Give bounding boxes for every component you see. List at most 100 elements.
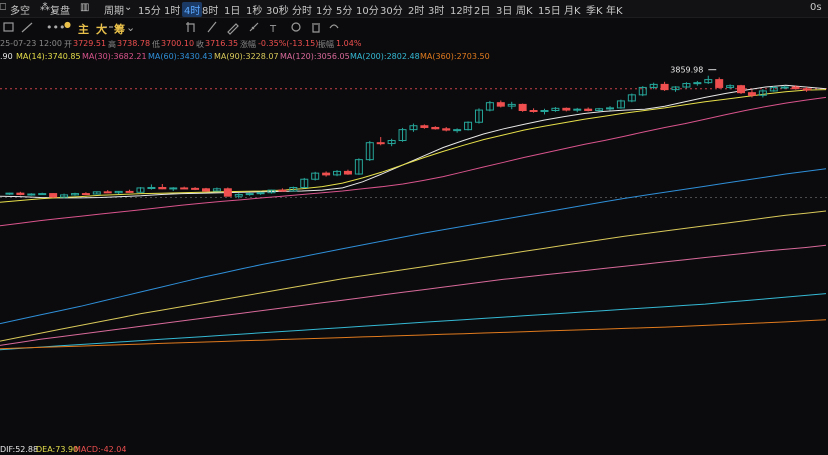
candle-body bbox=[540, 110, 549, 112]
candle-body bbox=[147, 186, 156, 189]
trash-icon[interactable] bbox=[312, 23, 320, 33]
macd-label: MACD:-42.04 bbox=[74, 445, 127, 454]
candle-body bbox=[453, 129, 462, 132]
change-value: -0.35%(-13.15) bbox=[258, 39, 319, 48]
tab-timeframe[interactable]: 周K bbox=[516, 2, 533, 17]
candle-body bbox=[103, 191, 112, 194]
candle-body bbox=[584, 108, 593, 111]
candle-body bbox=[256, 192, 265, 195]
more-tools-button[interactable]: ••• bbox=[46, 21, 65, 34]
big-indicator-button[interactable]: 大 bbox=[96, 21, 107, 37]
main-indicator-button[interactable]: 主 bbox=[78, 21, 89, 37]
candle-body bbox=[376, 142, 385, 145]
undo-icon[interactable] bbox=[329, 24, 339, 29]
chip-indicator-button[interactable]: 筹 bbox=[114, 21, 125, 37]
tab-timeframe[interactable]: 3时 bbox=[428, 2, 444, 17]
candle-body bbox=[322, 172, 331, 176]
tab-timeframe[interactable]: 3日 bbox=[496, 2, 512, 17]
tab-timeframe[interactable]: 季K bbox=[586, 2, 603, 17]
ma-line-ma30 bbox=[0, 89, 827, 203]
ma90-label: MA(90):3228.07 bbox=[214, 52, 279, 61]
candle-body bbox=[158, 186, 167, 190]
candle-body bbox=[278, 189, 287, 192]
tab-timeframe[interactable]: 30秒 bbox=[266, 2, 289, 17]
change-label: 涨幅 bbox=[240, 40, 256, 49]
candle-body bbox=[420, 125, 429, 128]
ma-line-ma90 bbox=[0, 168, 827, 325]
tab-timeframe[interactable]: 5分 bbox=[336, 2, 352, 17]
ma-prefix: .90 bbox=[0, 52, 13, 61]
ma30-label: MA(30):3682.21 bbox=[82, 52, 147, 61]
candle-body bbox=[529, 110, 538, 112]
candle-body bbox=[573, 108, 582, 111]
ruler-icon[interactable] bbox=[249, 22, 259, 32]
tab-timeframe[interactable]: 1分 bbox=[316, 2, 332, 17]
candle-body bbox=[780, 86, 789, 89]
candlestick-chart[interactable]: 3859.98 bbox=[0, 63, 828, 445]
ma120-label: MA(120):3056.05 bbox=[280, 52, 350, 61]
emoji-icon[interactable] bbox=[291, 22, 301, 32]
tab-timeframe[interactable]: 1时 bbox=[164, 2, 180, 17]
tab-timeframe[interactable]: 12时 bbox=[450, 2, 473, 17]
tab-timeframe[interactable]: 8时 bbox=[202, 2, 218, 17]
amp-label: 振幅 bbox=[318, 40, 334, 49]
period-button[interactable]: 周期 bbox=[104, 2, 124, 17]
ma360-label: MA(360):2703.50 bbox=[420, 52, 490, 61]
line-tool-icon[interactable] bbox=[21, 22, 33, 33]
layout-icon[interactable]: ⎕ bbox=[0, 2, 6, 13]
candle-body bbox=[518, 103, 527, 111]
tab-timeframe[interactable]: 1秒 bbox=[246, 2, 262, 17]
candle-body bbox=[431, 126, 440, 130]
candle-body bbox=[125, 190, 134, 193]
more-label[interactable]: 多空 bbox=[10, 2, 30, 17]
candle-body bbox=[693, 82, 702, 85]
tab-timeframe[interactable]: 15分 bbox=[138, 2, 161, 17]
candle-body bbox=[202, 188, 210, 192]
tab-timeframe[interactable]: 30分 bbox=[380, 2, 403, 17]
dif-label: DIF:52.88 bbox=[0, 445, 39, 454]
close-value: 3716.35 bbox=[205, 39, 239, 48]
tab-timeframe[interactable]: 2日 bbox=[474, 2, 490, 17]
chevron-down-icon: ⌄ bbox=[124, 2, 133, 13]
ma60-label: MA(60):3430.43 bbox=[148, 52, 213, 61]
candle-body bbox=[27, 193, 36, 196]
rect-tool-icon[interactable] bbox=[3, 22, 14, 32]
tab-timeframe[interactable]: 1日 bbox=[224, 2, 240, 17]
high-value: 3738.78 bbox=[117, 39, 151, 48]
open-value: 3729.51 bbox=[73, 39, 107, 48]
text-tool-icon[interactable]: T bbox=[269, 24, 277, 35]
candle-body bbox=[737, 85, 746, 94]
ma-line-ma_long bbox=[0, 319, 827, 350]
candle-body bbox=[343, 170, 352, 175]
amp-value: 1.04% bbox=[336, 39, 362, 48]
candle-body bbox=[38, 193, 47, 196]
open-label: 开 bbox=[64, 40, 72, 49]
high-label: 高 bbox=[108, 40, 116, 49]
tab-timeframe[interactable]: 4时 bbox=[182, 2, 203, 17]
bar-chart-icon[interactable]: ▥ bbox=[80, 2, 89, 13]
tab-timeframe[interactable]: 2时 bbox=[408, 2, 424, 17]
high-marker-label: 3859.98 bbox=[670, 66, 703, 75]
tab-timeframe[interactable]: 月K bbox=[564, 2, 581, 17]
ma14-label: MA(14):3740.85 bbox=[16, 52, 81, 61]
candle-body bbox=[562, 107, 571, 111]
candle-body bbox=[747, 92, 756, 96]
tab-timeframe[interactable]: 分时 bbox=[292, 2, 312, 17]
top-bar: ⎕ 多空 ⁂ 复盘 ▥ 周期 ⌄ 15分 1时 4时 8时 1日 1秒 30秒 分时 1分 5分 1… bbox=[0, 0, 828, 18]
candle-body bbox=[81, 193, 90, 196]
tab-timeframe[interactable]: 15日 bbox=[538, 2, 561, 17]
pencil-icon[interactable] bbox=[227, 23, 239, 35]
candle-body bbox=[180, 187, 189, 190]
countdown-label: 0s bbox=[810, 2, 822, 13]
dot-badge-icon: ● bbox=[64, 20, 71, 29]
candle-body bbox=[715, 79, 724, 88]
tab-timeframe[interactable]: 年K bbox=[606, 2, 623, 17]
candle-body bbox=[223, 188, 232, 197]
datetime: 25-07-23 12:00 bbox=[0, 39, 62, 48]
candle-body bbox=[16, 192, 25, 195]
brush-icon[interactable] bbox=[207, 21, 217, 33]
tab-timeframe[interactable]: 10分 bbox=[356, 2, 379, 17]
review-button[interactable]: 复盘 bbox=[50, 2, 70, 17]
candle-body bbox=[660, 83, 669, 91]
draw-cursor-icon[interactable] bbox=[186, 22, 195, 32]
